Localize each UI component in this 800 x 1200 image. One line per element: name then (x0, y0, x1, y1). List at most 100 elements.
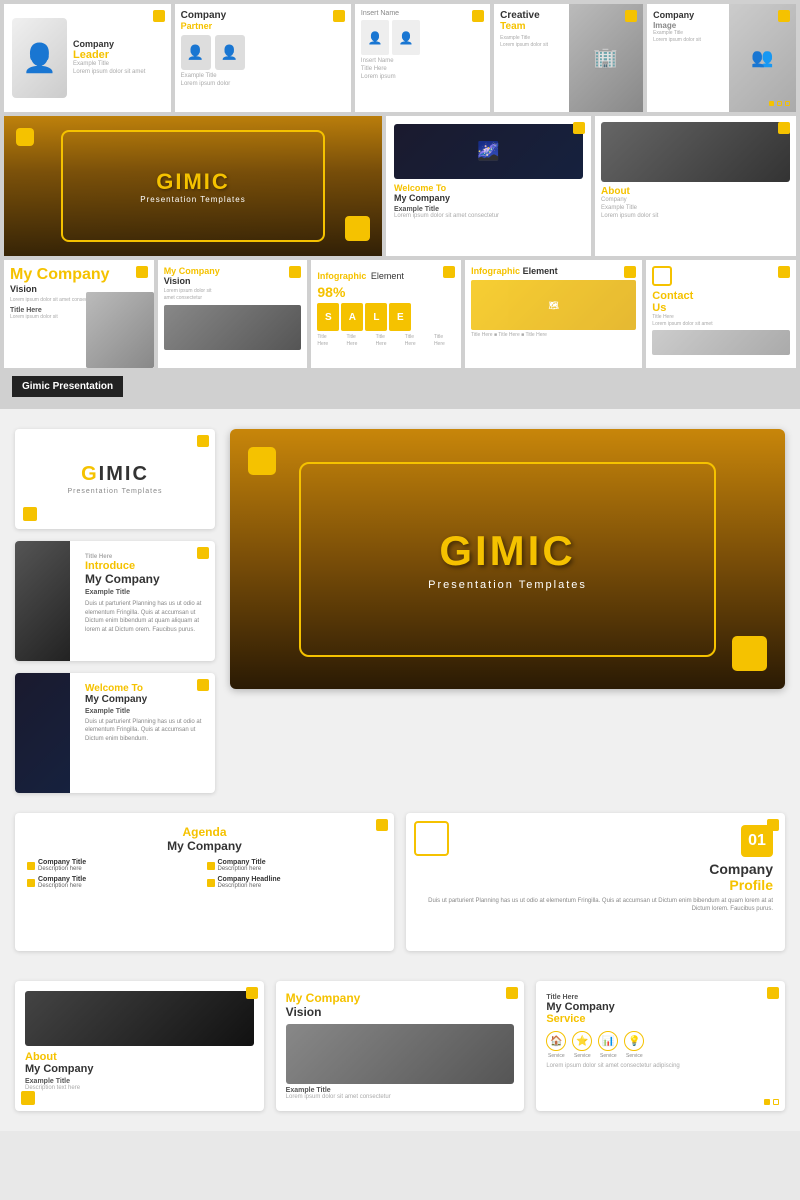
welcome-dark-image: 🌌 (394, 124, 583, 179)
grid-row-2: GIMIC Presentation Templates 🌌 Welcome T… (4, 116, 796, 256)
slide-contact[interactable]: Contact Us Title HereLorem ipsum dolor s… (646, 260, 796, 368)
logo-corner-sq (197, 435, 209, 447)
sale-boxes: S A L E (317, 303, 455, 331)
company-image-title: Company Image (653, 10, 728, 30)
logo-g: G (81, 463, 99, 485)
creative-label: Creative (500, 10, 539, 21)
agenda-corner-sq (376, 819, 388, 831)
vision-body-bot: Lorem ipsum dolor sit amet consectetur (286, 1094, 515, 1102)
service-icon-circle-4: 💡 (624, 1031, 644, 1051)
contact-text: Title HereLorem ipsum dolor sit amet (652, 314, 790, 327)
dots-row (769, 101, 790, 106)
slide-infographic-1[interactable]: Infographic Element 98% S A L E Title He… (311, 260, 461, 368)
corner-square-tr3 (472, 10, 484, 22)
hero-sq-bottomright (345, 216, 370, 241)
service-icon-2: ⭐ Service (572, 1031, 592, 1059)
profile-body: Duis ut parturient Planning has us ut od… (418, 897, 773, 914)
hero-title: GIMIC (140, 169, 245, 195)
agenda-text-4: Description here (218, 883, 281, 889)
hero-content: GIMIC Presentation Templates (140, 169, 245, 204)
profile-title: Company (709, 861, 773, 877)
insert-box-1: 👤 (361, 20, 389, 55)
about-body-bot: Description text here (25, 1085, 254, 1093)
leader-label: Company (73, 39, 145, 49)
welcome-body-sm: Duis ut parturient Planning has us ut od… (85, 718, 205, 743)
about-example-bot: Example Title (25, 1078, 254, 1085)
partner-persons: 👤 👤 (181, 35, 345, 70)
contact-subtitle: Us (652, 302, 790, 314)
slide-infographic-2[interactable]: Infographic Element 🗺 Title Here ■ Title… (465, 260, 642, 368)
corner-sq-welcome (573, 122, 585, 134)
bot-slide-vision[interactable]: My Company Vision Example Title Lorem ip… (276, 981, 525, 1111)
service-icon-4: 💡 Service (624, 1031, 644, 1059)
middle-section: GIMIC Presentation Templates Title Here … (0, 409, 800, 813)
about-image (601, 122, 790, 182)
service-icon-text-2: Service (574, 1053, 591, 1059)
service-title: My Company Service (546, 1001, 775, 1025)
logo-subtitle: Presentation Templates (67, 488, 162, 495)
slide-company-partner[interactable]: Company Partner 👤 👤 Example TitleLorem i… (175, 4, 351, 112)
vision1-yellow: My Company (10, 266, 148, 284)
hero-subtitle: Presentation Templates (140, 195, 245, 204)
logo-text: GIMIC (81, 463, 149, 486)
welcome-corner-sq (197, 679, 209, 691)
corner-square-tr (153, 10, 165, 22)
leader-person-image (12, 18, 67, 98)
agenda-dot-1 (27, 862, 35, 870)
small-slide-welcome[interactable]: Welcome To My Company Example Title Duis… (15, 673, 215, 793)
agenda-text-1: Description here (38, 866, 86, 872)
main-hero-slide[interactable]: GIMIC Presentation Templates (230, 429, 785, 689)
dot1 (769, 101, 774, 106)
small-slide-logo[interactable]: GIMIC Presentation Templates (15, 429, 215, 529)
partner-text: Example TitleLorem ipsum dolor (181, 73, 345, 89)
left-small-column: GIMIC Presentation Templates Title Here … (15, 429, 215, 793)
slide-welcome-top[interactable]: 🌌 Welcome To My Company Example Title Lo… (386, 116, 591, 256)
mh-sq-topleft (248, 447, 276, 475)
corner-sq-contact (778, 266, 790, 278)
sale-s: S (317, 303, 339, 331)
service-icon-3: 📊 Service (598, 1031, 618, 1059)
corner-square-tr2 (333, 10, 345, 22)
introduce-yellow: Introduce (85, 560, 205, 572)
small-slide-introduce[interactable]: Title Here Introduce My Company Example … (15, 541, 215, 661)
slide-company-image[interactable]: Company Image Example TitleLorem ipsum d… (647, 4, 796, 112)
bot-slide-about[interactable]: About My Company Example Title Descripti… (15, 981, 264, 1111)
welcome-image-sm (15, 673, 70, 793)
profile-slide[interactable]: 01 Company Profile Duis ut parturient Pl… (406, 813, 785, 951)
slide-creative-team[interactable]: Creative Team Example TitleLorem ipsum d… (494, 4, 643, 112)
agenda-slide[interactable]: Agenda My Company Company Title Descript… (15, 813, 394, 951)
vision2-image (164, 305, 302, 350)
corner-sq-inf1 (443, 266, 455, 278)
service-label: Title Here (546, 994, 775, 1001)
contact-map (652, 330, 790, 355)
hero-sq-topleft (16, 128, 34, 146)
partner-subtitle: Partner (181, 21, 345, 31)
introduce-title: My Company (85, 572, 205, 586)
introduce-content: Title Here Introduce My Company Example … (85, 554, 205, 634)
inf1-yellow: Infographic Element (317, 266, 455, 284)
slide-about-top[interactable]: About CompanyExample TitleLorem ipsum do… (595, 116, 796, 256)
slide-company-leader[interactable]: Company Leader Example TitleLorem ipsum … (4, 4, 171, 112)
agenda-dot-2 (207, 862, 215, 870)
vision1-image (86, 292, 153, 368)
agenda-label-2: Company Title (218, 859, 266, 866)
corner-sq-vision1 (136, 266, 148, 278)
agenda-text-2: Description here (218, 866, 266, 872)
welcome-example: Example Title (394, 206, 583, 213)
service-icon-circle-2: ⭐ (572, 1031, 592, 1051)
corner-sq-inf2 (624, 266, 636, 278)
introduce-corner-sq (197, 547, 209, 559)
bot-slide-service[interactable]: Title Here My Company Service 🏠 Service … (536, 981, 785, 1111)
contact-title: Contact (652, 290, 790, 302)
slide-main-hero-top[interactable]: GIMIC Presentation Templates (4, 116, 382, 256)
introduce-example: Example Title (85, 589, 205, 596)
slide-vision-2[interactable]: My Company Vision Lorem ipsum dolor sita… (158, 260, 308, 368)
about-sq-bl (21, 1091, 35, 1105)
infographic1-percentage: 98% (317, 284, 455, 300)
agenda-label-4: Company Headline (218, 876, 281, 883)
slide-insert-name[interactable]: Insert Name 👤 👤 Insert NameTitle HereLor… (355, 4, 490, 112)
service-dots (764, 1099, 779, 1105)
agenda-item-3: Company Title Description here (27, 876, 203, 889)
slide-vision-1[interactable]: My Company Vision Lorem ipsum dolor sit … (4, 260, 154, 368)
grid-row-1: Company Leader Example TitleLorem ipsum … (4, 4, 796, 112)
